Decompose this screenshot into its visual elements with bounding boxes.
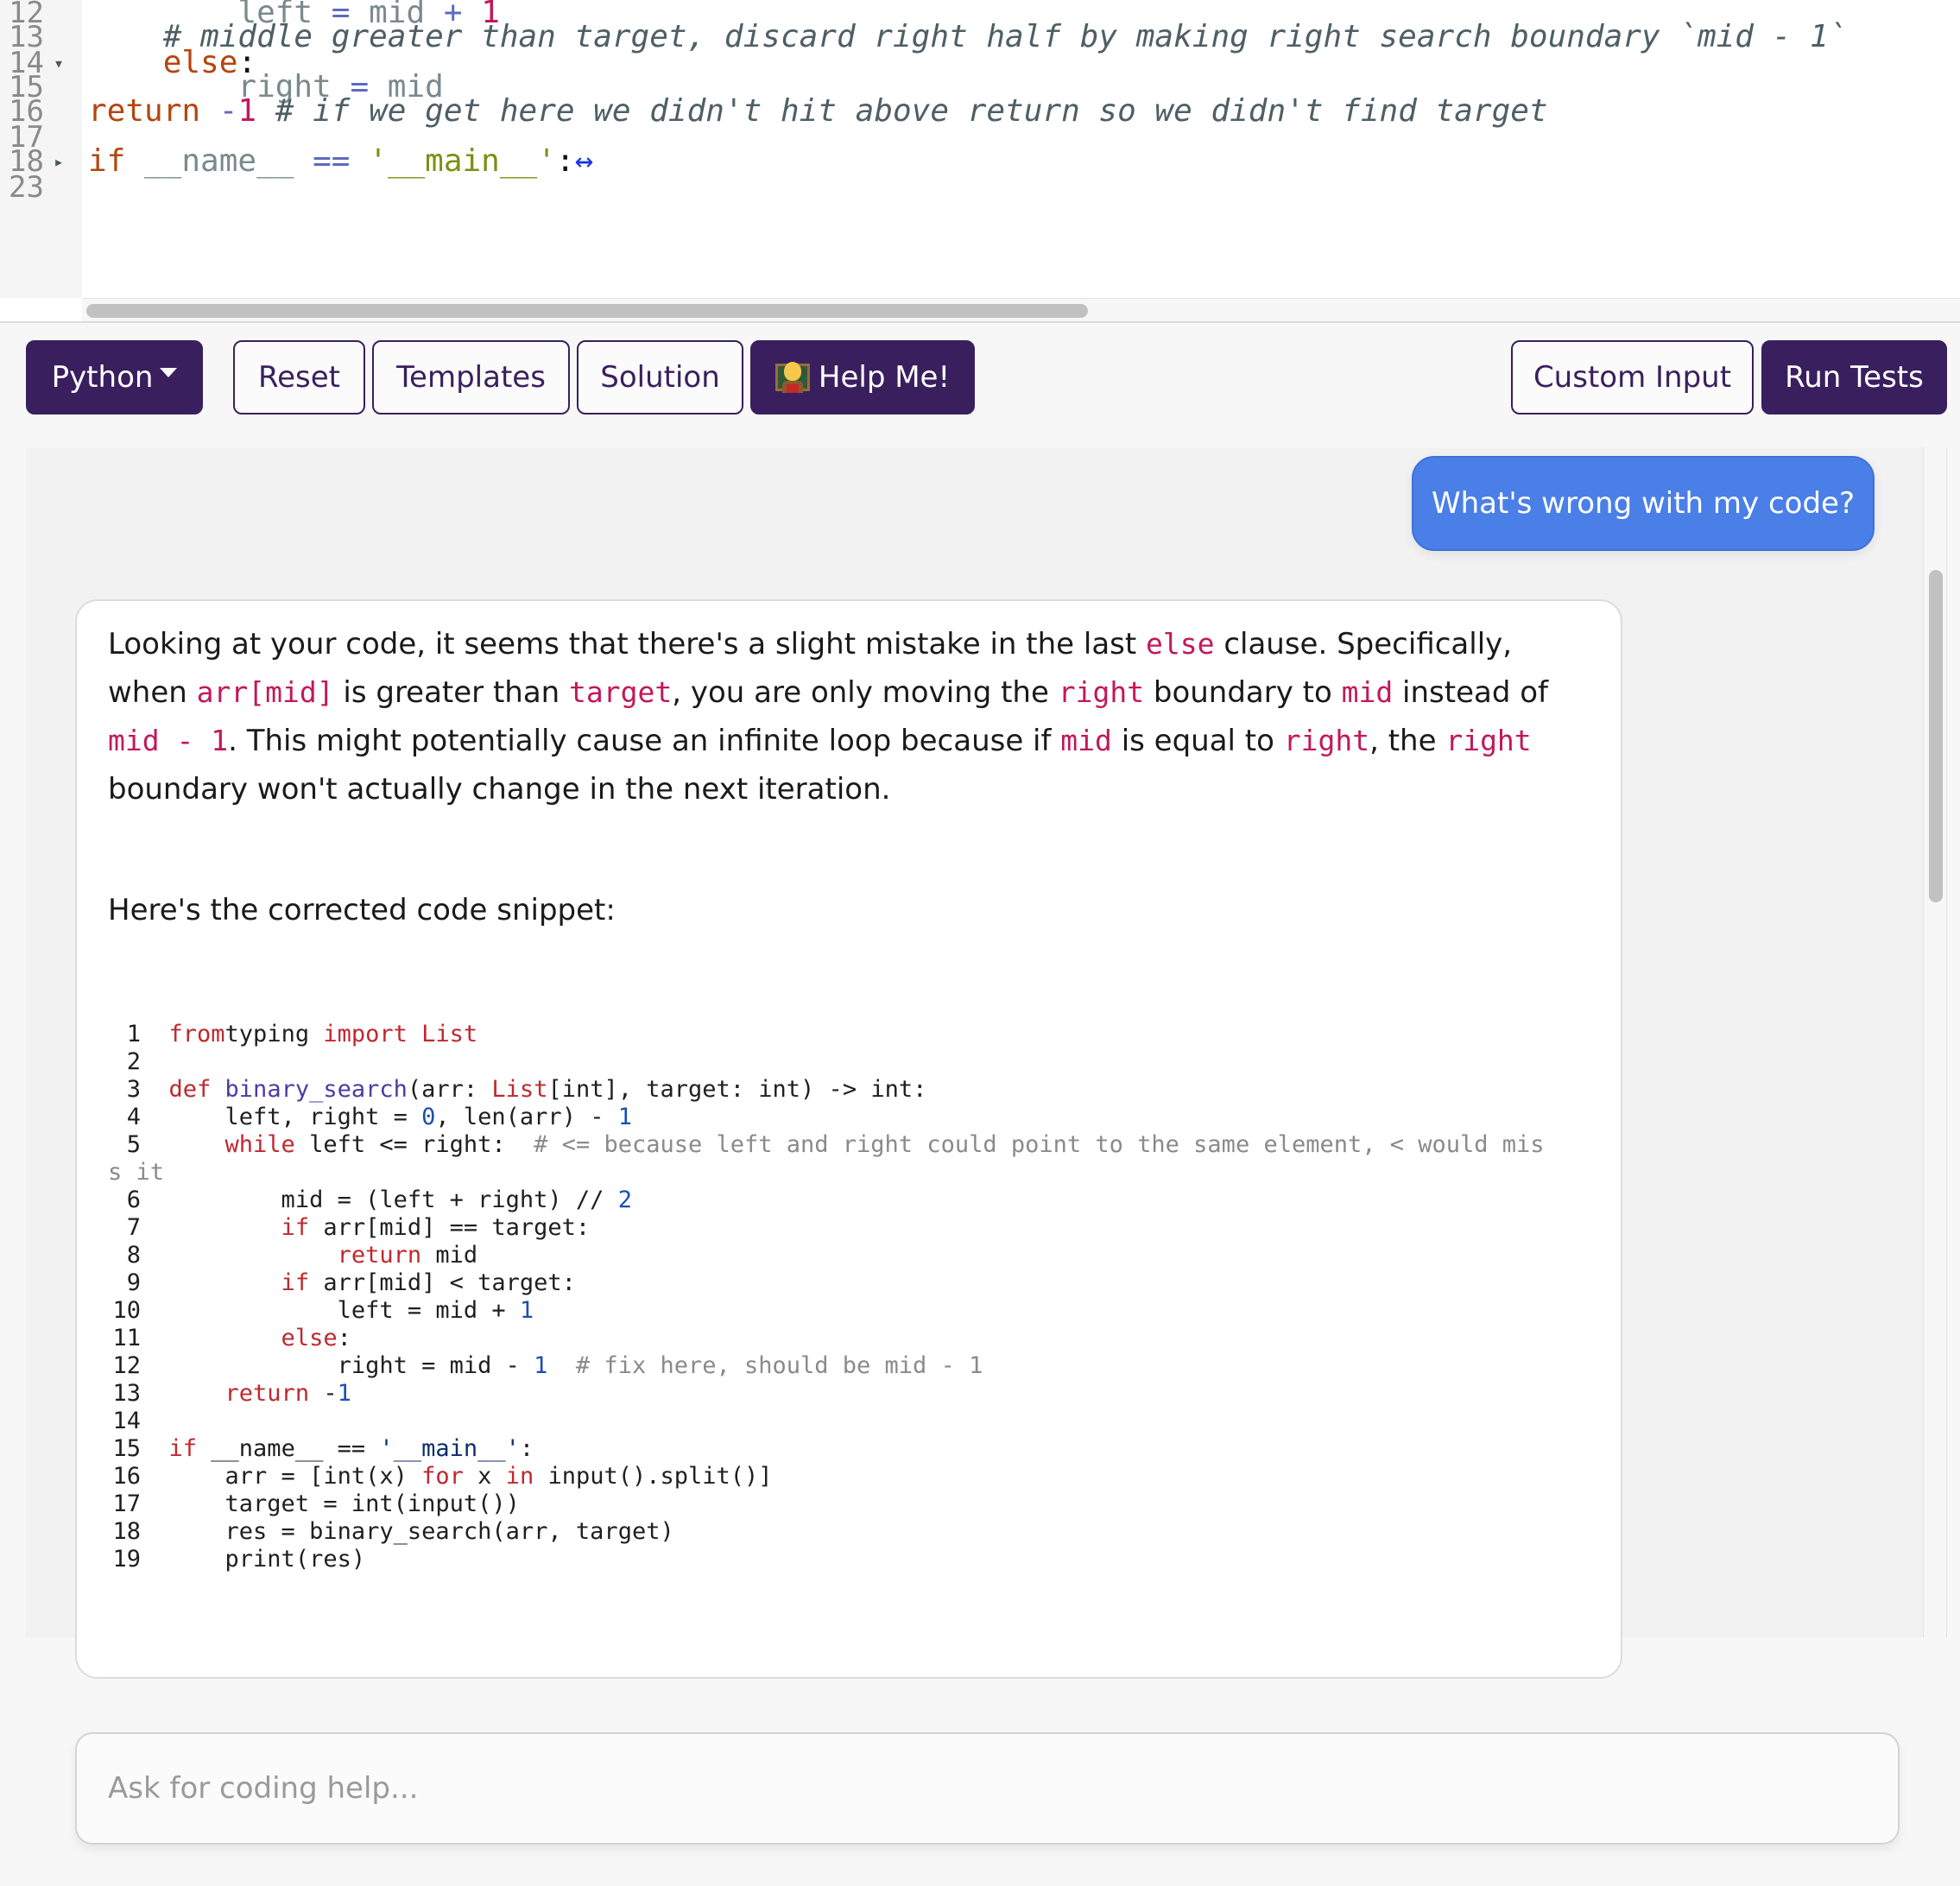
snippet-line-number: 15 — [112, 1435, 141, 1462]
teacher-emoji-icon — [775, 360, 810, 395]
inline-code: mid - 1 — [108, 724, 229, 757]
snippet-line-number: 1 — [126, 1021, 141, 1047]
reset-label: Reset — [258, 360, 340, 395]
inline-code: else — [1146, 627, 1215, 661]
snippet-line-number: 7 — [126, 1214, 141, 1241]
snippet-line-number: 10 — [112, 1297, 141, 1324]
user-message-text: What's wrong with my code? — [1431, 486, 1855, 521]
custom-input-button[interactable]: Custom Input — [1511, 340, 1754, 415]
snippet-line-number: 19 — [112, 1546, 141, 1573]
snippet-line: 4 left, right = 0, len(arr) - 1 — [108, 1104, 1610, 1131]
snippet-line: 9 if arr[mid] < target: — [108, 1269, 1610, 1297]
language-label: Python — [51, 360, 154, 395]
run-tests-label: Run Tests — [1785, 360, 1924, 395]
ask-coding-help-input[interactable] — [75, 1732, 1900, 1845]
editor-horizontal-scrollbar-thumb[interactable] — [86, 304, 1088, 318]
inline-code: arr[mid] — [196, 675, 334, 709]
snippet-line-number: 12 — [112, 1352, 141, 1379]
line-number: 23 — [9, 170, 44, 205]
snippet-line: 14 — [108, 1408, 1610, 1435]
snippet-line: 12 right = mid - 1 # fix here, should be… — [108, 1352, 1610, 1380]
snippet-line-number: 2 — [126, 1048, 141, 1075]
snippet-line: 16 arr = [int(x) for x in input().split(… — [108, 1463, 1610, 1490]
snippet-line-number: 16 — [112, 1463, 141, 1490]
snippet-line: 15 if __name__ == '__main__': — [108, 1435, 1610, 1463]
help-me-button[interactable]: Help Me! — [750, 340, 975, 415]
code-editor[interactable]: 12 left = mid + 1 13 # middle greater tha… — [0, 0, 1960, 323]
corrected-code-snippet: 1 fromtyping import List 2 3 def binary_s… — [108, 1021, 1610, 1573]
snippet-line: 11 else: — [108, 1325, 1610, 1352]
solution-button[interactable]: Solution — [577, 340, 743, 415]
inline-code: target — [569, 675, 673, 709]
inline-code: right — [1058, 675, 1145, 709]
snippet-line: 7 if arr[mid] == target: — [108, 1214, 1610, 1242]
assistant-explanation-paragraph: Looking at your code, it seems that ther… — [108, 627, 1548, 807]
snippet-line-number: 14 — [112, 1408, 141, 1434]
snippet-line-number: 8 — [126, 1242, 141, 1269]
chat-vertical-scrollbar-thumb[interactable] — [1929, 570, 1943, 902]
help-me-label: Help Me! — [818, 360, 951, 395]
reset-button[interactable]: Reset — [233, 340, 365, 415]
snippet-line-number: 18 — [112, 1518, 141, 1545]
caret-down-icon — [160, 367, 178, 377]
templates-label: Templates — [396, 360, 546, 395]
snippet-line-number: 9 — [126, 1269, 141, 1296]
assistant-snippet-intro: Here's the corrected code snippet: — [108, 893, 616, 927]
assistant-message-card: Looking at your code, it seems that ther… — [75, 599, 1622, 1679]
user-message-bubble: What's wrong with my code? — [1412, 456, 1875, 551]
editor-line[interactable]: 23 — [0, 169, 1960, 206]
snippet-line: 13 return -1 — [108, 1380, 1610, 1408]
custom-input-label: Custom Input — [1533, 360, 1732, 395]
snippet-line-number: 17 — [112, 1490, 141, 1517]
templates-button[interactable]: Templates — [372, 340, 570, 415]
snippet-line-number: 3 — [126, 1076, 141, 1103]
snippet-line-number: 11 — [112, 1325, 141, 1351]
inline-code: mid — [1341, 675, 1394, 709]
inline-code: right — [1445, 724, 1532, 757]
snippet-line: 8 return mid — [108, 1242, 1610, 1269]
snippet-line: 6 mid = (left + right) // 2 — [108, 1187, 1610, 1214]
snippet-line: 3 def binary_search(arr: List[int], targ… — [108, 1076, 1610, 1104]
inline-code: right — [1283, 724, 1370, 757]
solution-label: Solution — [600, 360, 720, 395]
snippet-line: 5 while left <= right: # <= because left… — [108, 1131, 1610, 1159]
snippet-line: 10 left = mid + 1 — [108, 1297, 1610, 1325]
snippet-line: 1 fromtyping import List — [108, 1021, 1610, 1048]
snippet-line: 17 target = int(input()) — [108, 1490, 1610, 1518]
snippet-line-number: 13 — [112, 1380, 141, 1407]
snippet-line: s it — [108, 1159, 165, 1186]
snippet-line: 2 — [108, 1048, 1610, 1076]
snippet-line: 18 res = binary_search(arr, target) — [108, 1518, 1610, 1546]
language-dropdown[interactable]: Python — [26, 340, 203, 415]
snippet-line: 19 print(res) — [108, 1546, 1610, 1573]
snippet-line-number: 4 — [126, 1104, 141, 1130]
run-tests-button[interactable]: Run Tests — [1761, 340, 1947, 415]
snippet-line-number: 5 — [126, 1131, 141, 1158]
inline-code: mid — [1060, 724, 1112, 757]
snippet-line-number: 6 — [126, 1187, 141, 1213]
